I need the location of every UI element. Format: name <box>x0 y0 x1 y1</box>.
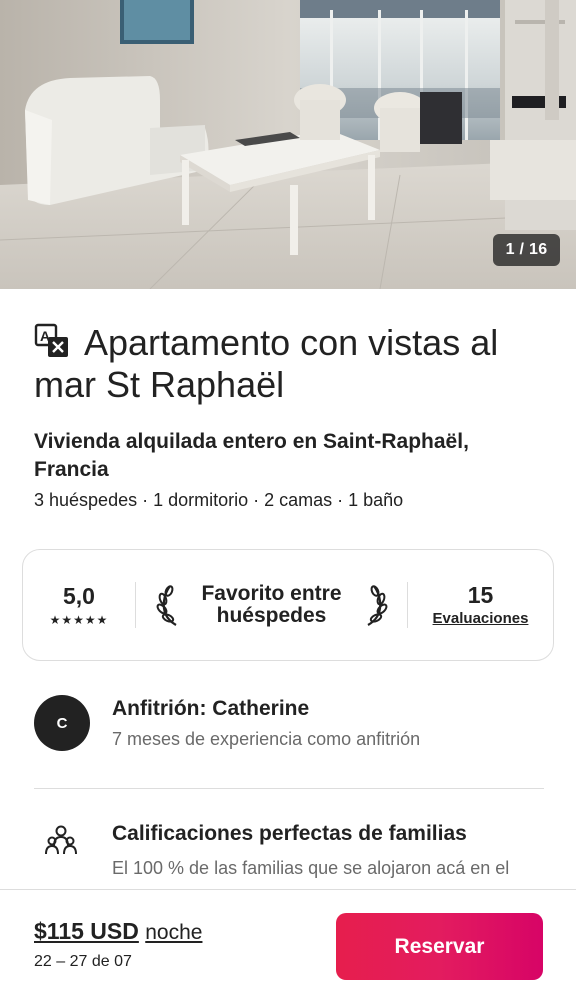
listing-title-block: A Apartamento con vistas al mar St Rapha… <box>34 322 544 406</box>
laurel-right-icon <box>366 585 387 626</box>
section-divider <box>34 788 544 789</box>
highlight-title: Calificaciones perfectas de familias <box>112 822 467 845</box>
reviews-summary[interactable]: 15 Evaluaciones <box>408 582 553 628</box>
rating-stars: ★★★★★ <box>49 613 109 627</box>
host-experience: 7 meses de experiencia como anfitrión <box>112 729 421 749</box>
living-room-photo <box>0 0 576 289</box>
family-icon <box>45 825 77 855</box>
reserve-button[interactable]: Reservar <box>336 913 543 980</box>
rating-score: 5,0 <box>63 583 95 609</box>
listing-photo[interactable]: 1 / 16 <box>0 0 576 289</box>
stay-dates[interactable]: 22 – 27 de 07 <box>34 953 132 971</box>
rating-card[interactable]: 5,0 ★★★★★ Favorito entre huéspedes 15 Ev… <box>22 549 554 661</box>
listing-subtitle: Vivienda alquilada entero en Saint-Rapha… <box>34 430 469 481</box>
highlight-description: El 100 % de las familias que se alojaron… <box>112 858 510 878</box>
guest-favorite-label: Favorito entre huéspedes <box>201 582 342 627</box>
translate-icon[interactable]: A <box>34 323 70 359</box>
host-avatar[interactable]: C <box>34 695 90 751</box>
listing-title-text: Apartamento con vistas al mar St Raphaël <box>34 322 499 405</box>
photo-counter: 1 / 16 <box>493 234 560 266</box>
price[interactable]: $115 USD noche <box>34 918 202 945</box>
host-section[interactable]: C Anfitrión: Catherine 7 meses de experi… <box>34 695 544 755</box>
reviews-count: 15 <box>467 582 494 608</box>
price-unit[interactable]: noche <box>145 921 202 944</box>
booking-footer: $115 USD noche 22 – 27 de 07 Reservar <box>0 889 576 993</box>
rating-summary: 5,0 ★★★★★ <box>23 583 135 627</box>
laurel-left-icon <box>156 585 177 626</box>
price-amount[interactable]: $115 USD <box>34 918 139 944</box>
listing-details: 3 huéspedes · 1 dormitorio · 2 camas · 1… <box>34 490 404 510</box>
guest-favorite-badge: Favorito entre huéspedes <box>136 583 407 627</box>
reviews-link[interactable]: Evaluaciones <box>433 610 529 627</box>
host-name: Anfitrión: Catherine <box>112 697 310 720</box>
listing-title: A Apartamento con vistas al mar St Rapha… <box>34 322 544 406</box>
